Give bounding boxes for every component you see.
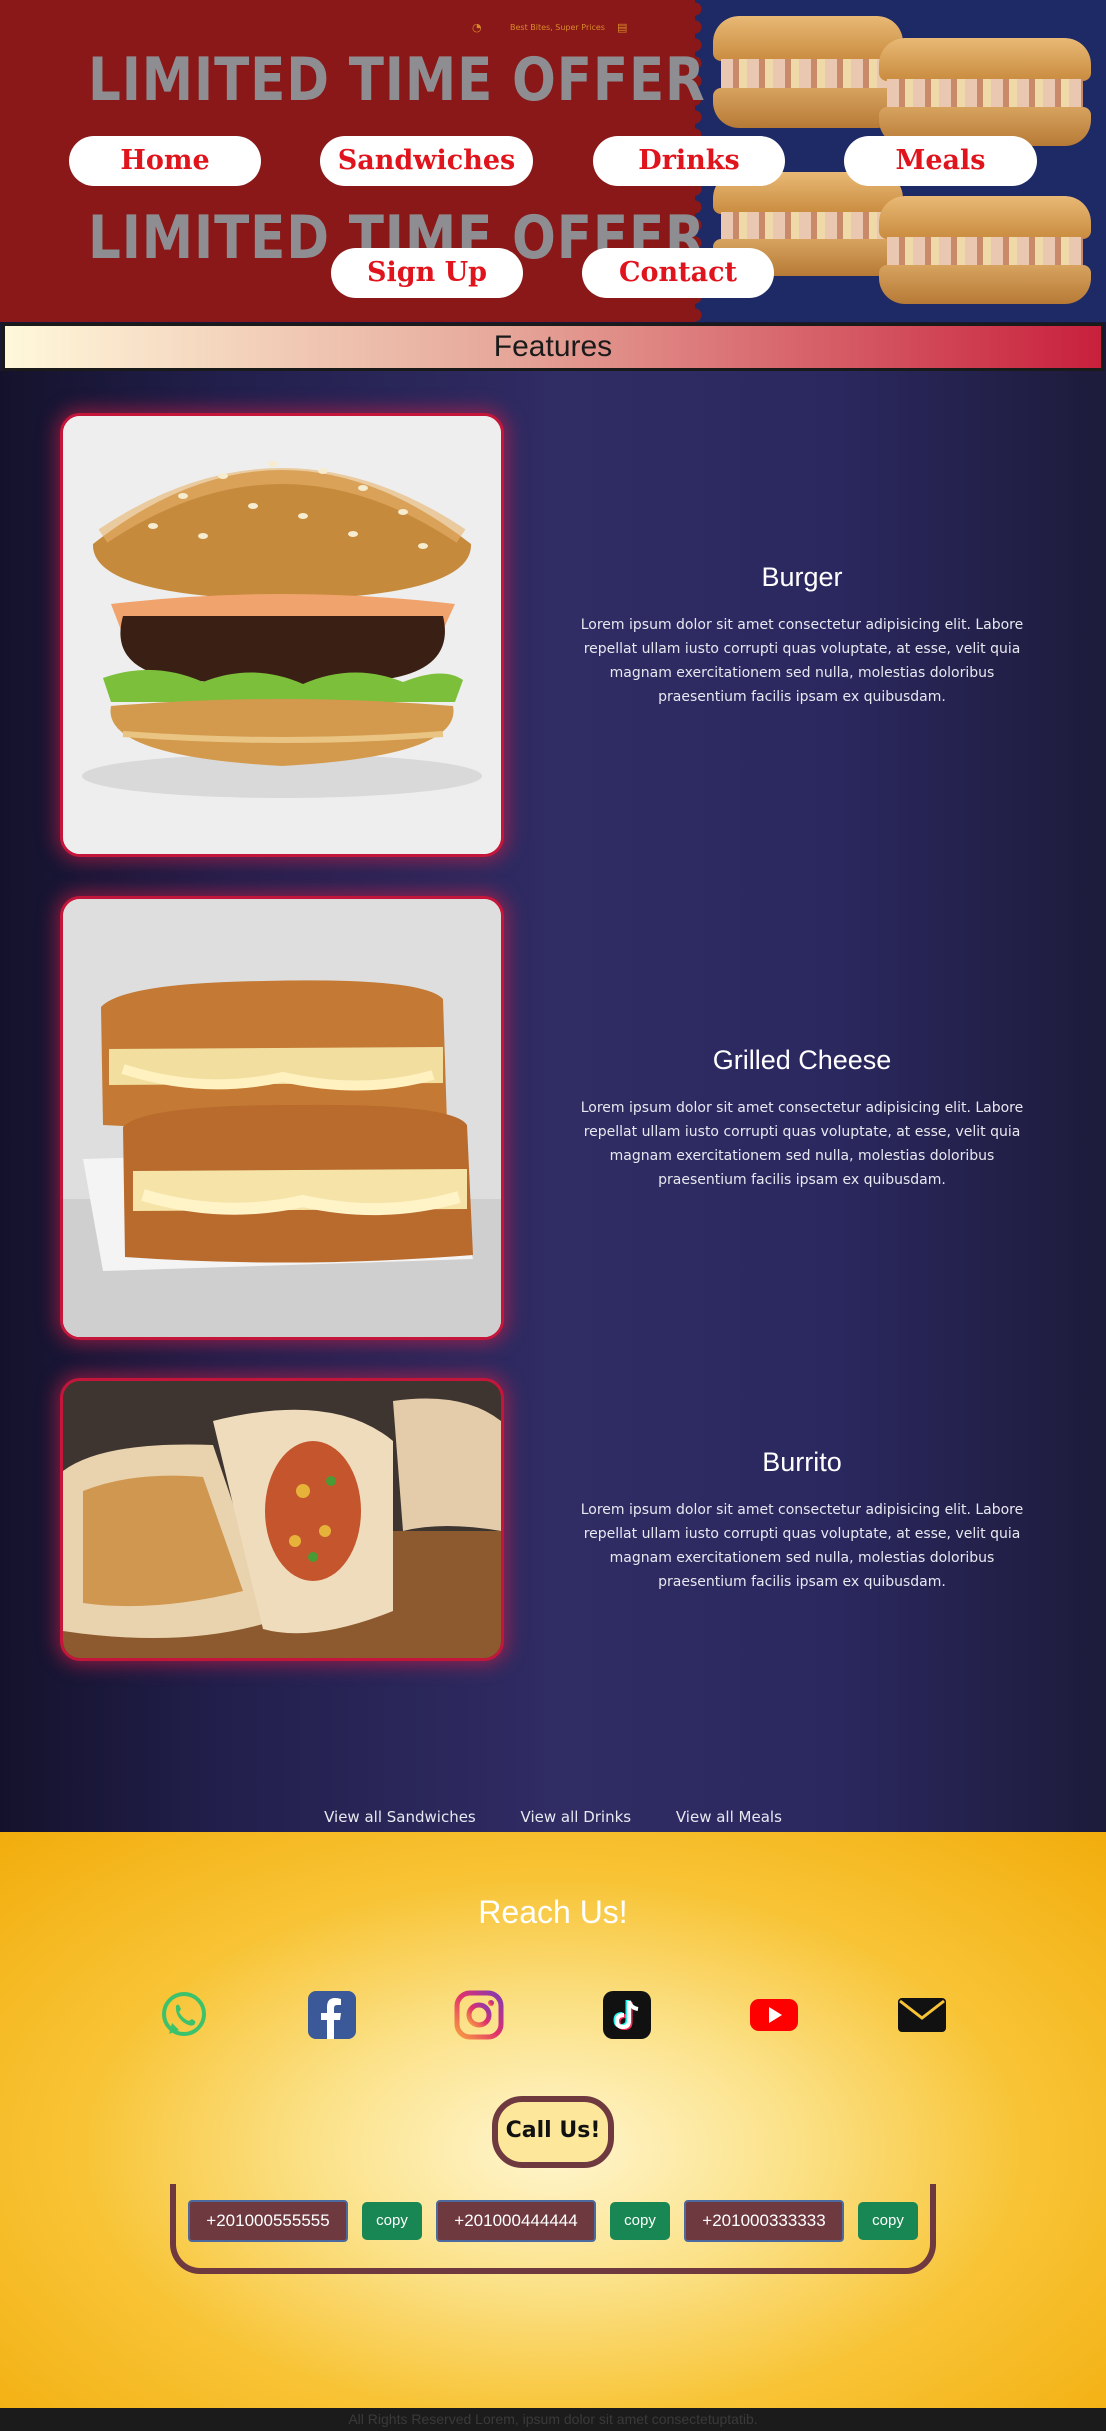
copy-phone-button[interactable]: copy (858, 2202, 918, 2240)
features-section: Burger Lorem ipsum dolor sit amet consec… (0, 371, 1106, 1832)
sandwich-graphic (713, 16, 903, 128)
view-links: View all Sandwiches View all Drinks View… (0, 1808, 1106, 1826)
nav-sandwiches-button[interactable]: Sandwiches (320, 136, 533, 186)
feature-title: Grilled Cheese (712, 1045, 892, 1075)
instagram-icon[interactable] (454, 1990, 504, 2040)
phone-number[interactable]: +201000555555 (188, 2200, 348, 2242)
burrito-illustration (63, 1381, 501, 1658)
feature-title: Burrito (762, 1447, 842, 1477)
nav-drinks-button[interactable]: Drinks (593, 136, 785, 186)
view-all-drinks-link[interactable]: View all Drinks (521, 1808, 632, 1826)
grilled-cheese-image (60, 896, 504, 1340)
tiktok-icon[interactable] (602, 1990, 652, 2040)
nav-meals-button[interactable]: Meals (844, 136, 1037, 186)
feature-description: Lorem ipsum dolor sit amet consectetur a… (580, 617, 1024, 705)
feature-description: Lorem ipsum dolor sit amet consectetur a… (580, 1502, 1024, 1590)
nav-contact-button[interactable]: Contact (582, 248, 774, 298)
burger-icon: ▤ (617, 21, 628, 34)
burger-illustration (63, 416, 501, 854)
nav-home-button[interactable]: Home (69, 136, 261, 186)
burrito-image (60, 1378, 504, 1661)
copy-phone-button[interactable]: copy (362, 2202, 422, 2240)
view-all-meals-link[interactable]: View all Meals (676, 1808, 782, 1826)
promo-small-text: Best Bites, Super Prices (510, 23, 605, 32)
phone-number[interactable]: +201000444444 (436, 2200, 596, 2242)
contact-footer: Reach Us! Call Us! +201000555555 copy +2… (0, 1832, 1106, 2408)
call-us-label: Call Us! (492, 2096, 614, 2168)
facebook-icon[interactable] (307, 1990, 357, 2040)
email-icon[interactable] (897, 1990, 947, 2040)
nav-signup-button[interactable]: Sign Up (331, 248, 523, 298)
hero-banner: ◔ Best Bites, Super Prices ▤ LIMITED TIM… (0, 0, 1106, 322)
pizza-icon: ◔ (472, 21, 482, 34)
grilled-cheese-illustration (63, 899, 501, 1337)
feature-description: Lorem ipsum dolor sit amet consectetur a… (580, 1100, 1024, 1188)
copy-phone-button[interactable]: copy (610, 2202, 670, 2240)
sandwich-graphic (879, 38, 1091, 146)
youtube-icon[interactable] (749, 1990, 799, 2040)
burger-image (60, 413, 504, 857)
reach-us-heading: Reach Us! (478, 1894, 628, 1930)
phone-number[interactable]: +201000333333 (684, 2200, 844, 2242)
sandwich-graphic (879, 196, 1091, 304)
copyright-text: All Rights Reserved Lorem, ipsum dolor s… (0, 2408, 1106, 2431)
features-heading: Features (2, 323, 1104, 371)
whatsapp-icon[interactable] (159, 1990, 209, 2040)
promo-headline: LIMITED TIME OFFER (88, 45, 706, 115)
view-all-sandwiches-link[interactable]: View all Sandwiches (324, 1808, 476, 1826)
feature-title: Burger (761, 562, 843, 592)
